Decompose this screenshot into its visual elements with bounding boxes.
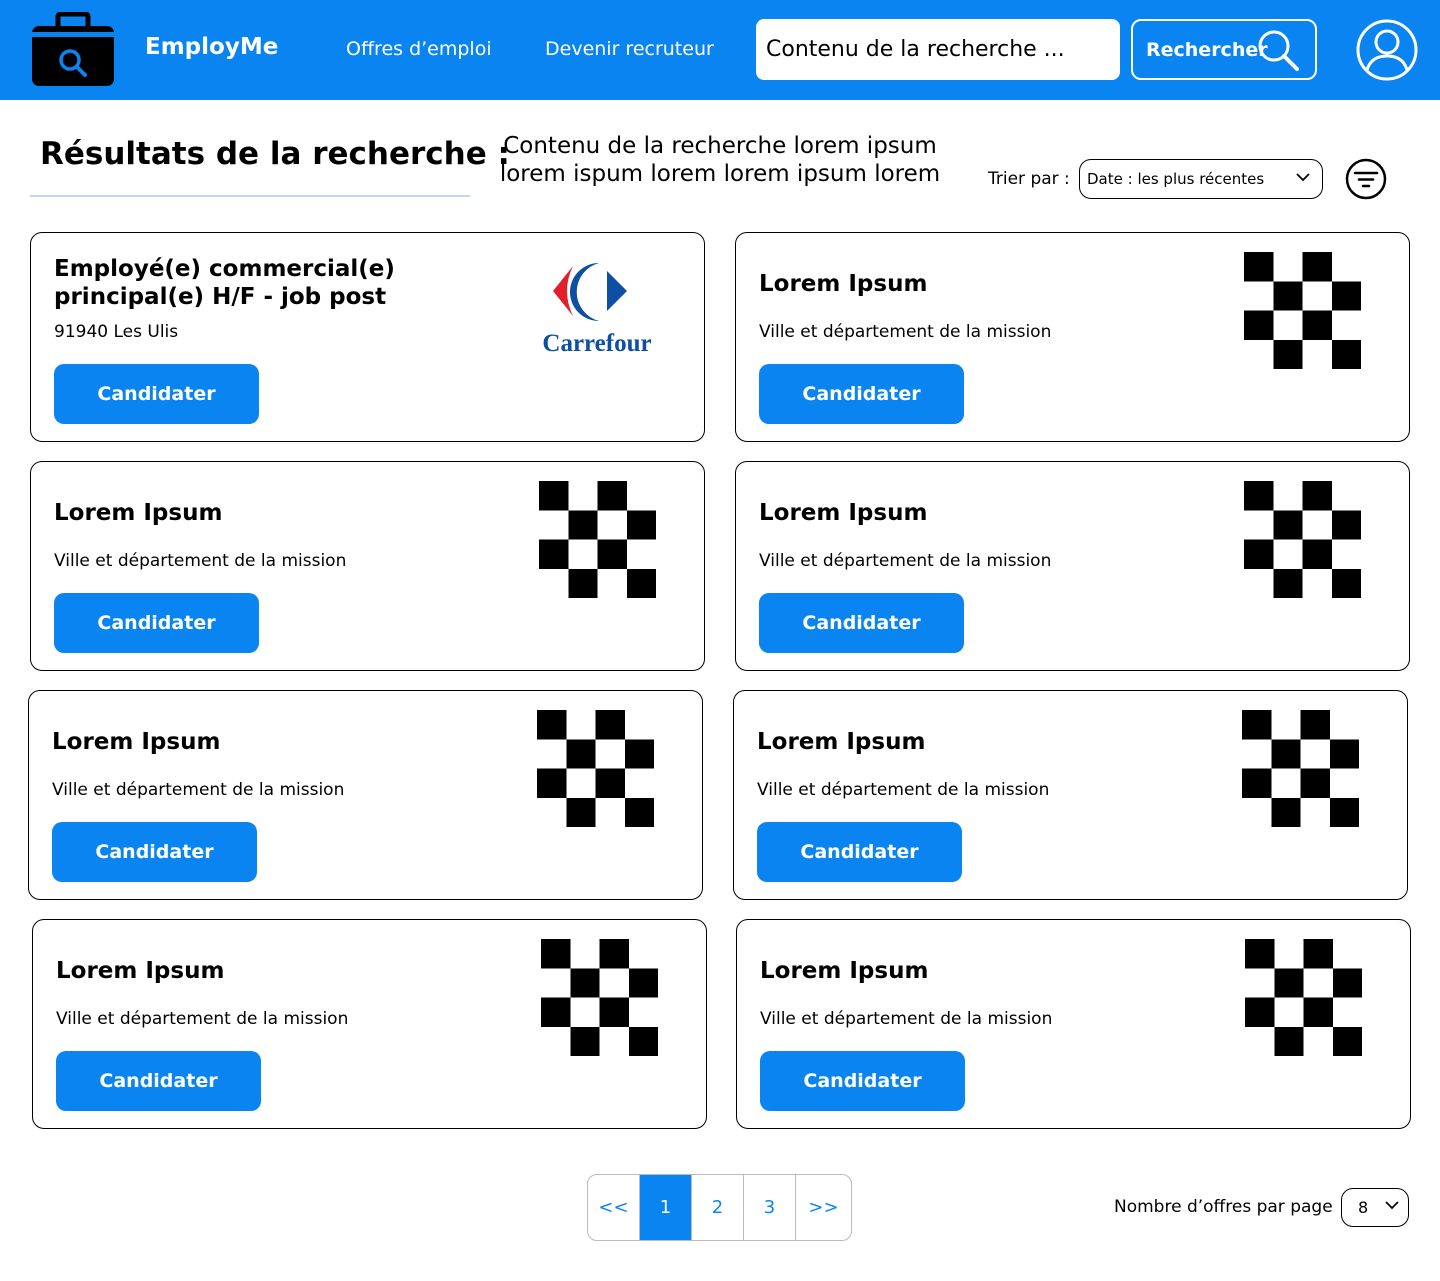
pagination: << 1 2 3 >> <box>587 1174 852 1241</box>
job-card: Lorem Ipsum Ville et département de la m… <box>32 919 707 1129</box>
job-title[interactable]: Lorem Ipsum <box>759 270 1199 298</box>
job-card: Lorem Ipsum Ville et département de la m… <box>736 919 1411 1129</box>
apply-button[interactable]: Candidater <box>56 1051 261 1111</box>
job-location: Ville et département de la mission <box>760 1009 1053 1029</box>
job-card: Lorem Ipsum Ville et département de la m… <box>735 232 1410 442</box>
pagination-page-1[interactable]: 1 <box>640 1175 692 1240</box>
chevron-down-icon <box>1296 173 1310 182</box>
job-title[interactable]: Lorem Ipsum <box>757 728 1197 756</box>
filter-icon[interactable] <box>1345 158 1387 200</box>
company-logo-placeholder-icon <box>1244 252 1361 369</box>
search-icon <box>1258 30 1299 71</box>
job-title[interactable]: Lorem Ipsum <box>52 728 492 756</box>
search-input[interactable] <box>756 19 1120 80</box>
job-title[interactable]: Lorem Ipsum <box>54 499 494 527</box>
job-location: Ville et département de la mission <box>52 780 345 800</box>
apply-button[interactable]: Candidater <box>54 364 259 424</box>
job-title[interactable]: Lorem Ipsum <box>759 499 1199 527</box>
job-title[interactable]: Lorem Ipsum <box>760 957 1200 985</box>
company-logo-placeholder-icon <box>1245 939 1362 1056</box>
job-location: Ville et département de la mission <box>757 780 1050 800</box>
job-card: Employé(e) commercial(e) principal(e) H/… <box>30 232 705 442</box>
pagination-prev[interactable]: << <box>588 1175 640 1240</box>
nav-become-recruiter[interactable]: Devenir recruteur <box>545 38 714 60</box>
company-logo-placeholder-icon <box>1244 481 1361 598</box>
per-page-select[interactable]: 8 <box>1341 1188 1409 1227</box>
nav-job-offers[interactable]: Offres d’emploi <box>346 38 492 60</box>
sort-select[interactable]: Date : les plus récentes <box>1079 159 1323 199</box>
job-card: Lorem Ipsum Ville et département de la m… <box>30 461 705 671</box>
company-logo-placeholder-icon <box>1242 710 1359 827</box>
pagination-page-2[interactable]: 2 <box>692 1175 744 1240</box>
sort-label: Trier par : <box>988 169 1070 189</box>
job-location: Ville et département de la mission <box>759 551 1052 571</box>
job-title[interactable]: Employé(e) commercial(e) principal(e) H/… <box>54 255 494 311</box>
company-logo-placeholder-icon <box>537 710 654 827</box>
brand-name[interactable]: EmployMe <box>145 34 278 60</box>
pagination-page-3[interactable]: 3 <box>744 1175 796 1240</box>
job-card: Lorem Ipsum Ville et département de la m… <box>28 690 703 900</box>
briefcase-search-icon[interactable] <box>30 12 116 88</box>
apply-button[interactable]: Candidater <box>52 822 257 882</box>
apply-button[interactable]: Candidater <box>757 822 962 882</box>
job-location: Ville et département de la mission <box>56 1009 349 1029</box>
job-location: 91940 Les Ulis <box>54 322 179 342</box>
search-button[interactable]: Rechercher <box>1131 19 1317 80</box>
top-bar: EmployMe Offres d’emploi Devenir recrute… <box>0 0 1440 100</box>
per-page-label: Nombre d’offres par page <box>1114 1197 1333 1217</box>
results-title: Résultats de la recherche : <box>40 136 510 172</box>
per-page-value: 8 <box>1358 1198 1369 1217</box>
user-avatar-icon[interactable] <box>1356 19 1418 81</box>
job-card: Lorem Ipsum Ville et département de la m… <box>735 461 1410 671</box>
search-button-label: Rechercher <box>1146 38 1268 61</box>
job-title[interactable]: Lorem Ipsum <box>56 957 496 985</box>
apply-button[interactable]: Candidater <box>759 364 964 424</box>
company-logo-placeholder-icon <box>539 481 656 598</box>
chevron-down-icon <box>1385 1201 1399 1210</box>
job-location: Ville et département de la mission <box>54 551 347 571</box>
apply-button[interactable]: Candidater <box>759 593 964 653</box>
company-logo-placeholder-icon <box>541 939 658 1056</box>
sort-select-value: Date : les plus récentes <box>1087 170 1265 188</box>
job-location: Ville et département de la mission <box>759 322 1052 342</box>
pagination-next[interactable]: >> <box>796 1175 851 1240</box>
company-logo: Carrefour <box>542 263 652 357</box>
search-query-text: Contenu de la recherche lorem ipsum lore… <box>499 133 941 187</box>
apply-button[interactable]: Candidater <box>54 593 259 653</box>
job-card: Lorem Ipsum Ville et département de la m… <box>733 690 1408 900</box>
apply-button[interactable]: Candidater <box>760 1051 965 1111</box>
results-title-underline <box>30 195 470 197</box>
company-logo-text: Carrefour <box>542 330 651 357</box>
